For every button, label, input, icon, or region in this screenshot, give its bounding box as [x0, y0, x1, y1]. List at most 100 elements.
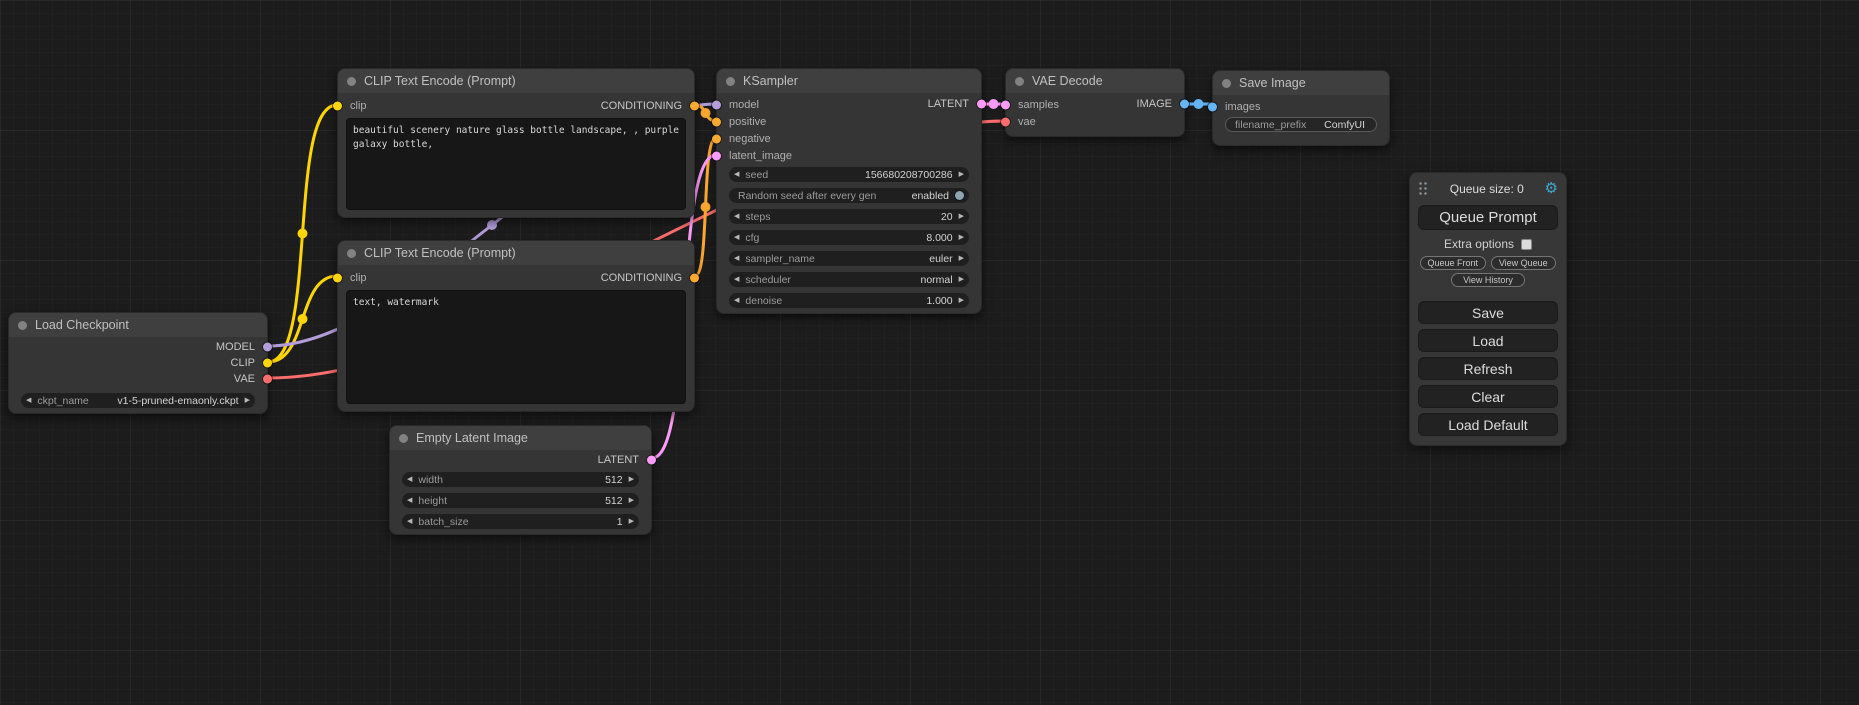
settings-gear-icon[interactable]: ⚙	[1545, 181, 1558, 196]
negative-input-dot[interactable]	[712, 134, 721, 143]
node-title-bar[interactable]: CLIP Text Encode (Prompt)	[338, 69, 694, 93]
clip-input-dot[interactable]	[333, 273, 342, 282]
node-title-bar[interactable]: VAE Decode	[1006, 69, 1184, 93]
latent-output-dot[interactable]	[977, 100, 986, 109]
decrement-arrow-icon[interactable]: ◀	[734, 234, 739, 241]
decrement-arrow-icon[interactable]: ◀	[407, 518, 412, 525]
output-slot-latent[interactable]: LATENT	[871, 96, 981, 112]
vae-input-dot[interactable]	[1001, 117, 1010, 126]
queue-prompt-button[interactable]: Queue Prompt	[1418, 205, 1558, 230]
clip-output-dot[interactable]	[263, 359, 272, 368]
node-clip-text-encode-positive[interactable]: CLIP Text Encode (Prompt) clip CONDITION…	[337, 68, 695, 218]
collapse-dot[interactable]	[1222, 79, 1231, 88]
latent-image-input-dot[interactable]	[712, 151, 721, 160]
load-button[interactable]: Load	[1418, 329, 1558, 352]
extra-options-label: Extra options	[1444, 237, 1514, 251]
clear-button[interactable]: Clear	[1418, 385, 1558, 408]
width-number-widget[interactable]: ◀ width 512 ▶	[402, 472, 639, 487]
prev-value-arrow-icon[interactable]: ◀	[734, 276, 739, 283]
collapse-dot[interactable]	[347, 249, 356, 258]
cfg-number-widget[interactable]: ◀ cfg 8.000 ▶	[729, 230, 969, 245]
prev-value-arrow-icon[interactable]: ◀	[26, 397, 31, 404]
collapse-dot[interactable]	[726, 77, 735, 86]
increment-arrow-icon[interactable]: ▶	[959, 297, 964, 304]
next-value-arrow-icon[interactable]: ▶	[959, 276, 964, 283]
node-title-bar[interactable]: Load Checkpoint	[9, 313, 267, 337]
conditioning-output-dot[interactable]	[690, 101, 699, 110]
negative-prompt-textarea[interactable]: text, watermark	[346, 290, 686, 404]
link-midpoint-dot	[487, 220, 497, 230]
increment-arrow-icon[interactable]: ▶	[959, 234, 964, 241]
decrement-arrow-icon[interactable]: ◀	[407, 476, 412, 483]
latent-output-dot[interactable]	[647, 456, 656, 465]
filename-prefix-text-widget[interactable]: filename_prefix ComfyUI	[1225, 117, 1377, 132]
vae-output-dot[interactable]	[263, 375, 272, 384]
denoise-number-widget[interactable]: ◀ denoise 1.000 ▶	[729, 293, 969, 308]
input-slot-vae[interactable]: vae	[1006, 113, 1184, 130]
node-vae-decode[interactable]: VAE Decode samples vae IMAGE	[1005, 68, 1185, 137]
increment-arrow-icon[interactable]: ▶	[629, 497, 634, 504]
output-slot-vae[interactable]: VAE	[9, 371, 267, 387]
positive-input-dot[interactable]	[712, 117, 721, 126]
scheduler-combo-widget[interactable]: ◀ scheduler normal ▶	[729, 272, 969, 287]
input-slot-latent-image[interactable]: latent_image	[717, 147, 981, 164]
output-slot-latent[interactable]: LATENT	[390, 452, 651, 468]
collapse-dot[interactable]	[399, 434, 408, 443]
toggle-knob[interactable]	[955, 191, 964, 200]
increment-arrow-icon[interactable]: ▶	[629, 518, 634, 525]
increment-arrow-icon[interactable]: ▶	[959, 213, 964, 220]
input-slot-images[interactable]: images	[1213, 98, 1389, 115]
view-queue-button[interactable]: View Queue	[1491, 256, 1557, 270]
collapse-dot[interactable]	[1015, 77, 1024, 86]
sampler-name-combo-widget[interactable]: ◀ sampler_name euler ▶	[729, 251, 969, 266]
random-seed-toggle-widget[interactable]: Random seed after every gen enabled	[729, 188, 969, 203]
output-slot-clip[interactable]: CLIP	[9, 355, 267, 371]
node-save-image[interactable]: Save Image images filename_prefix ComfyU…	[1212, 70, 1390, 146]
drag-handle-icon[interactable]	[1418, 181, 1429, 196]
model-input-dot[interactable]	[712, 100, 721, 109]
node-title-bar[interactable]: Empty Latent Image	[390, 426, 651, 450]
node-title-bar[interactable]: KSampler	[717, 69, 981, 93]
clip-input-dot[interactable]	[333, 101, 342, 110]
node-empty-latent-image[interactable]: Empty Latent Image LATENT ◀ width 512 ▶ …	[389, 425, 652, 535]
steps-number-widget[interactable]: ◀ steps 20 ▶	[729, 209, 969, 224]
height-number-widget[interactable]: ◀ height 512 ▶	[402, 493, 639, 508]
next-value-arrow-icon[interactable]: ▶	[959, 255, 964, 262]
output-slot-model[interactable]: MODEL	[9, 339, 267, 355]
save-button[interactable]: Save	[1418, 301, 1558, 324]
graph-canvas[interactable]: Load Checkpoint MODEL CLIP VAE ◀ ckpt_na…	[0, 0, 1859, 705]
node-title-bar[interactable]: CLIP Text Encode (Prompt)	[338, 241, 694, 265]
collapse-dot[interactable]	[347, 77, 356, 86]
batch-size-number-widget[interactable]: ◀ batch_size 1 ▶	[402, 514, 639, 529]
input-slot-negative[interactable]: negative	[717, 130, 981, 147]
node-load-checkpoint[interactable]: Load Checkpoint MODEL CLIP VAE ◀ ckpt_na…	[8, 312, 268, 414]
increment-arrow-icon[interactable]: ▶	[959, 171, 964, 178]
model-output-dot[interactable]	[263, 343, 272, 352]
decrement-arrow-icon[interactable]: ◀	[407, 497, 412, 504]
extra-options-checkbox[interactable]	[1521, 239, 1532, 250]
output-slot-image[interactable]: IMAGE	[1074, 96, 1184, 112]
queue-front-button[interactable]: Queue Front	[1420, 256, 1486, 270]
ckpt-name-combo-widget[interactable]: ◀ ckpt_name v1-5-pruned-emaonly.ckpt ▶	[21, 393, 255, 408]
decrement-arrow-icon[interactable]: ◀	[734, 213, 739, 220]
refresh-button[interactable]: Refresh	[1418, 357, 1558, 380]
samples-input-dot[interactable]	[1001, 100, 1010, 109]
increment-arrow-icon[interactable]: ▶	[629, 476, 634, 483]
view-history-button[interactable]: View History	[1451, 273, 1525, 287]
images-input-dot[interactable]	[1208, 102, 1217, 111]
decrement-arrow-icon[interactable]: ◀	[734, 297, 739, 304]
node-title-bar[interactable]: Save Image	[1213, 71, 1389, 95]
load-default-button[interactable]: Load Default	[1418, 413, 1558, 436]
positive-prompt-textarea[interactable]: beautiful scenery nature glass bottle la…	[346, 118, 686, 210]
seed-number-widget[interactable]: ◀ seed 156680208700286 ▶	[729, 167, 969, 182]
collapse-dot[interactable]	[18, 321, 27, 330]
prev-value-arrow-icon[interactable]: ◀	[734, 255, 739, 262]
node-clip-text-encode-negative[interactable]: CLIP Text Encode (Prompt) clip CONDITION…	[337, 240, 695, 412]
next-value-arrow-icon[interactable]: ▶	[245, 397, 250, 404]
decrement-arrow-icon[interactable]: ◀	[734, 171, 739, 178]
node-title: Save Image	[1239, 76, 1306, 90]
image-output-dot[interactable]	[1180, 100, 1189, 109]
input-slot-positive[interactable]: positive	[717, 113, 981, 130]
conditioning-output-dot[interactable]	[690, 273, 699, 282]
node-ksampler[interactable]: KSampler model positive negative latent_…	[716, 68, 982, 314]
